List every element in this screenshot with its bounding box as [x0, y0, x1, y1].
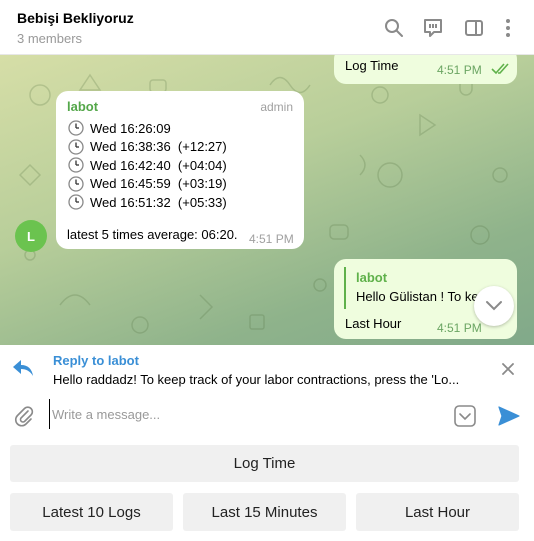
log-entry: Wed 16:42:40 (+04:04): [68, 157, 227, 173]
log-entry-text: Wed 16:42:40 (+04:04): [90, 157, 227, 173]
clock-icon: [68, 138, 84, 155]
read-checkmarks-icon: [491, 63, 509, 75]
incoming-message-labot[interactable]: labot admin Wed 16:26:09 Wed 16:38:36 (+1…: [56, 91, 304, 249]
quote-text: Hello Gülistan ! To ke: [356, 289, 479, 304]
clock-icon: [68, 120, 84, 136]
admin-badge: admin: [260, 100, 293, 114]
message-input[interactable]: [49, 399, 444, 429]
search-icon[interactable]: [383, 17, 405, 39]
reply-preview-bar: Reply to labot Hello raddadz! To keep tr…: [0, 345, 534, 393]
message-time: 4:51 PM: [437, 321, 482, 335]
log-entry: Wed 16:38:36 (+12:27): [68, 138, 227, 155]
average-text: latest 5 times average: 06:20.: [67, 227, 238, 242]
close-icon[interactable]: [500, 361, 516, 377]
log-entry: Wed 16:26:09: [68, 120, 171, 136]
chat-title[interactable]: Bebişi Bekliyoruz: [17, 10, 134, 26]
chevron-down-icon: [486, 301, 502, 311]
log-entry: Wed 16:45:59 (+03:19): [68, 175, 227, 192]
composer: [0, 393, 534, 437]
more-menu-icon[interactable]: [497, 17, 519, 39]
keyboard-button-log-time[interactable]: Log Time: [10, 445, 519, 482]
message-text: Log Time: [345, 58, 399, 73]
sent-message-log-time[interactable]: Log Time 4:51 PM: [334, 55, 517, 84]
sidebar-toggle-icon[interactable]: [463, 17, 485, 39]
keyboard-button-last-hour[interactable]: Last Hour: [356, 493, 519, 531]
scroll-to-bottom-button[interactable]: [474, 286, 514, 326]
keyboard-button-last-15-minutes[interactable]: Last 15 Minutes: [183, 493, 346, 531]
member-count[interactable]: 3 members: [17, 31, 82, 46]
bot-reply-keyboard: Log Time Latest 10 Logs Last 15 Minutes …: [0, 437, 534, 541]
avatar[interactable]: L: [15, 220, 47, 252]
attach-icon[interactable]: [13, 405, 35, 427]
clock-icon: [68, 175, 84, 192]
bot-keyboard-icon[interactable]: [453, 404, 477, 428]
message-time: 4:51 PM: [437, 63, 482, 77]
keyboard-button-latest-10-logs[interactable]: Latest 10 Logs: [10, 493, 173, 531]
log-entry-text: Wed 16:26:09: [90, 120, 171, 136]
log-entry: Wed 16:51:32 (+05:33): [68, 194, 227, 210]
reply-arrow-icon: [13, 360, 33, 376]
clock-icon: [68, 194, 84, 210]
discussion-icon[interactable]: [422, 17, 444, 39]
chat-header: Bebişi Bekliyoruz 3 members: [0, 0, 534, 55]
reply-title: Reply to labot: [53, 353, 139, 368]
log-entry-text: Wed 16:38:36 (+12:27): [90, 139, 227, 154]
sender-name[interactable]: labot: [67, 99, 98, 114]
message-text: Last Hour: [345, 316, 402, 331]
log-entry-text: Wed 16:45:59 (+03:19): [90, 176, 227, 191]
reply-snippet: Hello raddadz! To keep track of your lab…: [53, 372, 460, 387]
clock-icon: [68, 157, 84, 173]
quote-sender: labot: [356, 270, 388, 285]
log-entry-text: Wed 16:51:32 (+05:33): [90, 194, 227, 210]
message-time: 4:51 PM: [249, 232, 294, 246]
send-icon[interactable]: [497, 405, 521, 427]
chat-history[interactable]: Log Time 4:51 PM labot admin Wed 16:26:0…: [0, 55, 534, 345]
